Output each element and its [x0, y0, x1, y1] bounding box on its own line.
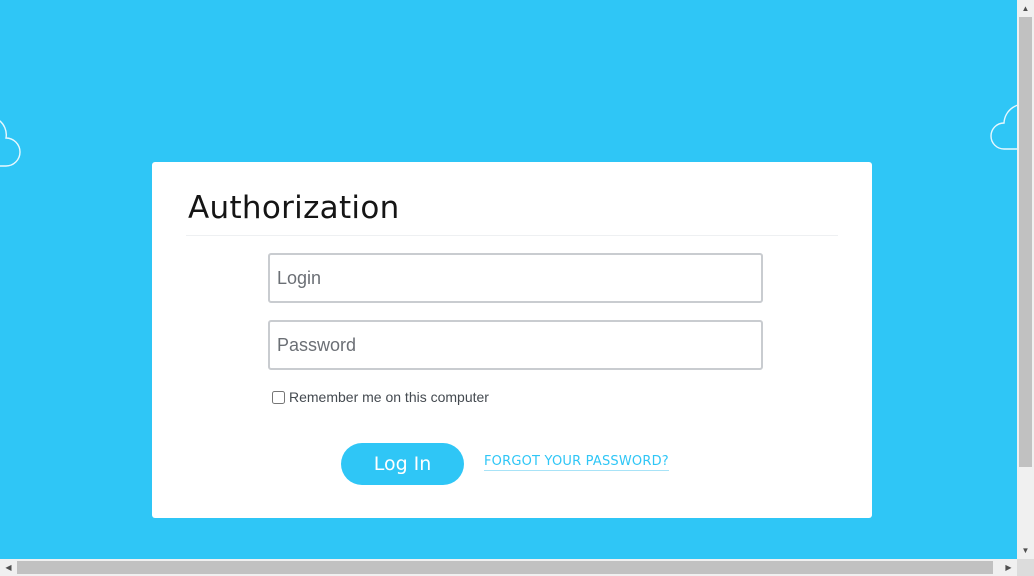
scroll-up-arrow-icon[interactable]: ▲: [1017, 0, 1034, 17]
remember-me-row[interactable]: Remember me on this computer: [271, 389, 489, 405]
vertical-scroll-thumb[interactable]: [1019, 17, 1032, 467]
password-input[interactable]: [268, 320, 763, 370]
scroll-right-arrow-icon[interactable]: ▶: [1000, 559, 1017, 576]
vertical-scrollbar[interactable]: ▲ ▼: [1017, 0, 1034, 559]
scrollbar-corner: [1017, 559, 1034, 576]
remember-me-label: Remember me on this computer: [289, 389, 489, 405]
remember-me-checkbox[interactable]: [272, 390, 285, 404]
cloud-left-icon: [0, 120, 21, 167]
auth-card: Authorization Remember me on this comput…: [152, 162, 872, 518]
forgot-password-link[interactable]: FORGOT YOUR PASSWORD?: [484, 454, 669, 471]
title-divider: [186, 235, 838, 236]
login-input[interactable]: [268, 253, 763, 303]
horizontal-scroll-thumb[interactable]: [17, 561, 993, 574]
login-button[interactable]: Log In: [341, 443, 464, 485]
scroll-left-arrow-icon[interactable]: ◀: [0, 559, 17, 576]
scroll-down-arrow-icon[interactable]: ▼: [1017, 542, 1034, 559]
horizontal-scrollbar[interactable]: ◀ ▶: [0, 559, 1017, 576]
page-title: Authorization: [188, 190, 400, 226]
